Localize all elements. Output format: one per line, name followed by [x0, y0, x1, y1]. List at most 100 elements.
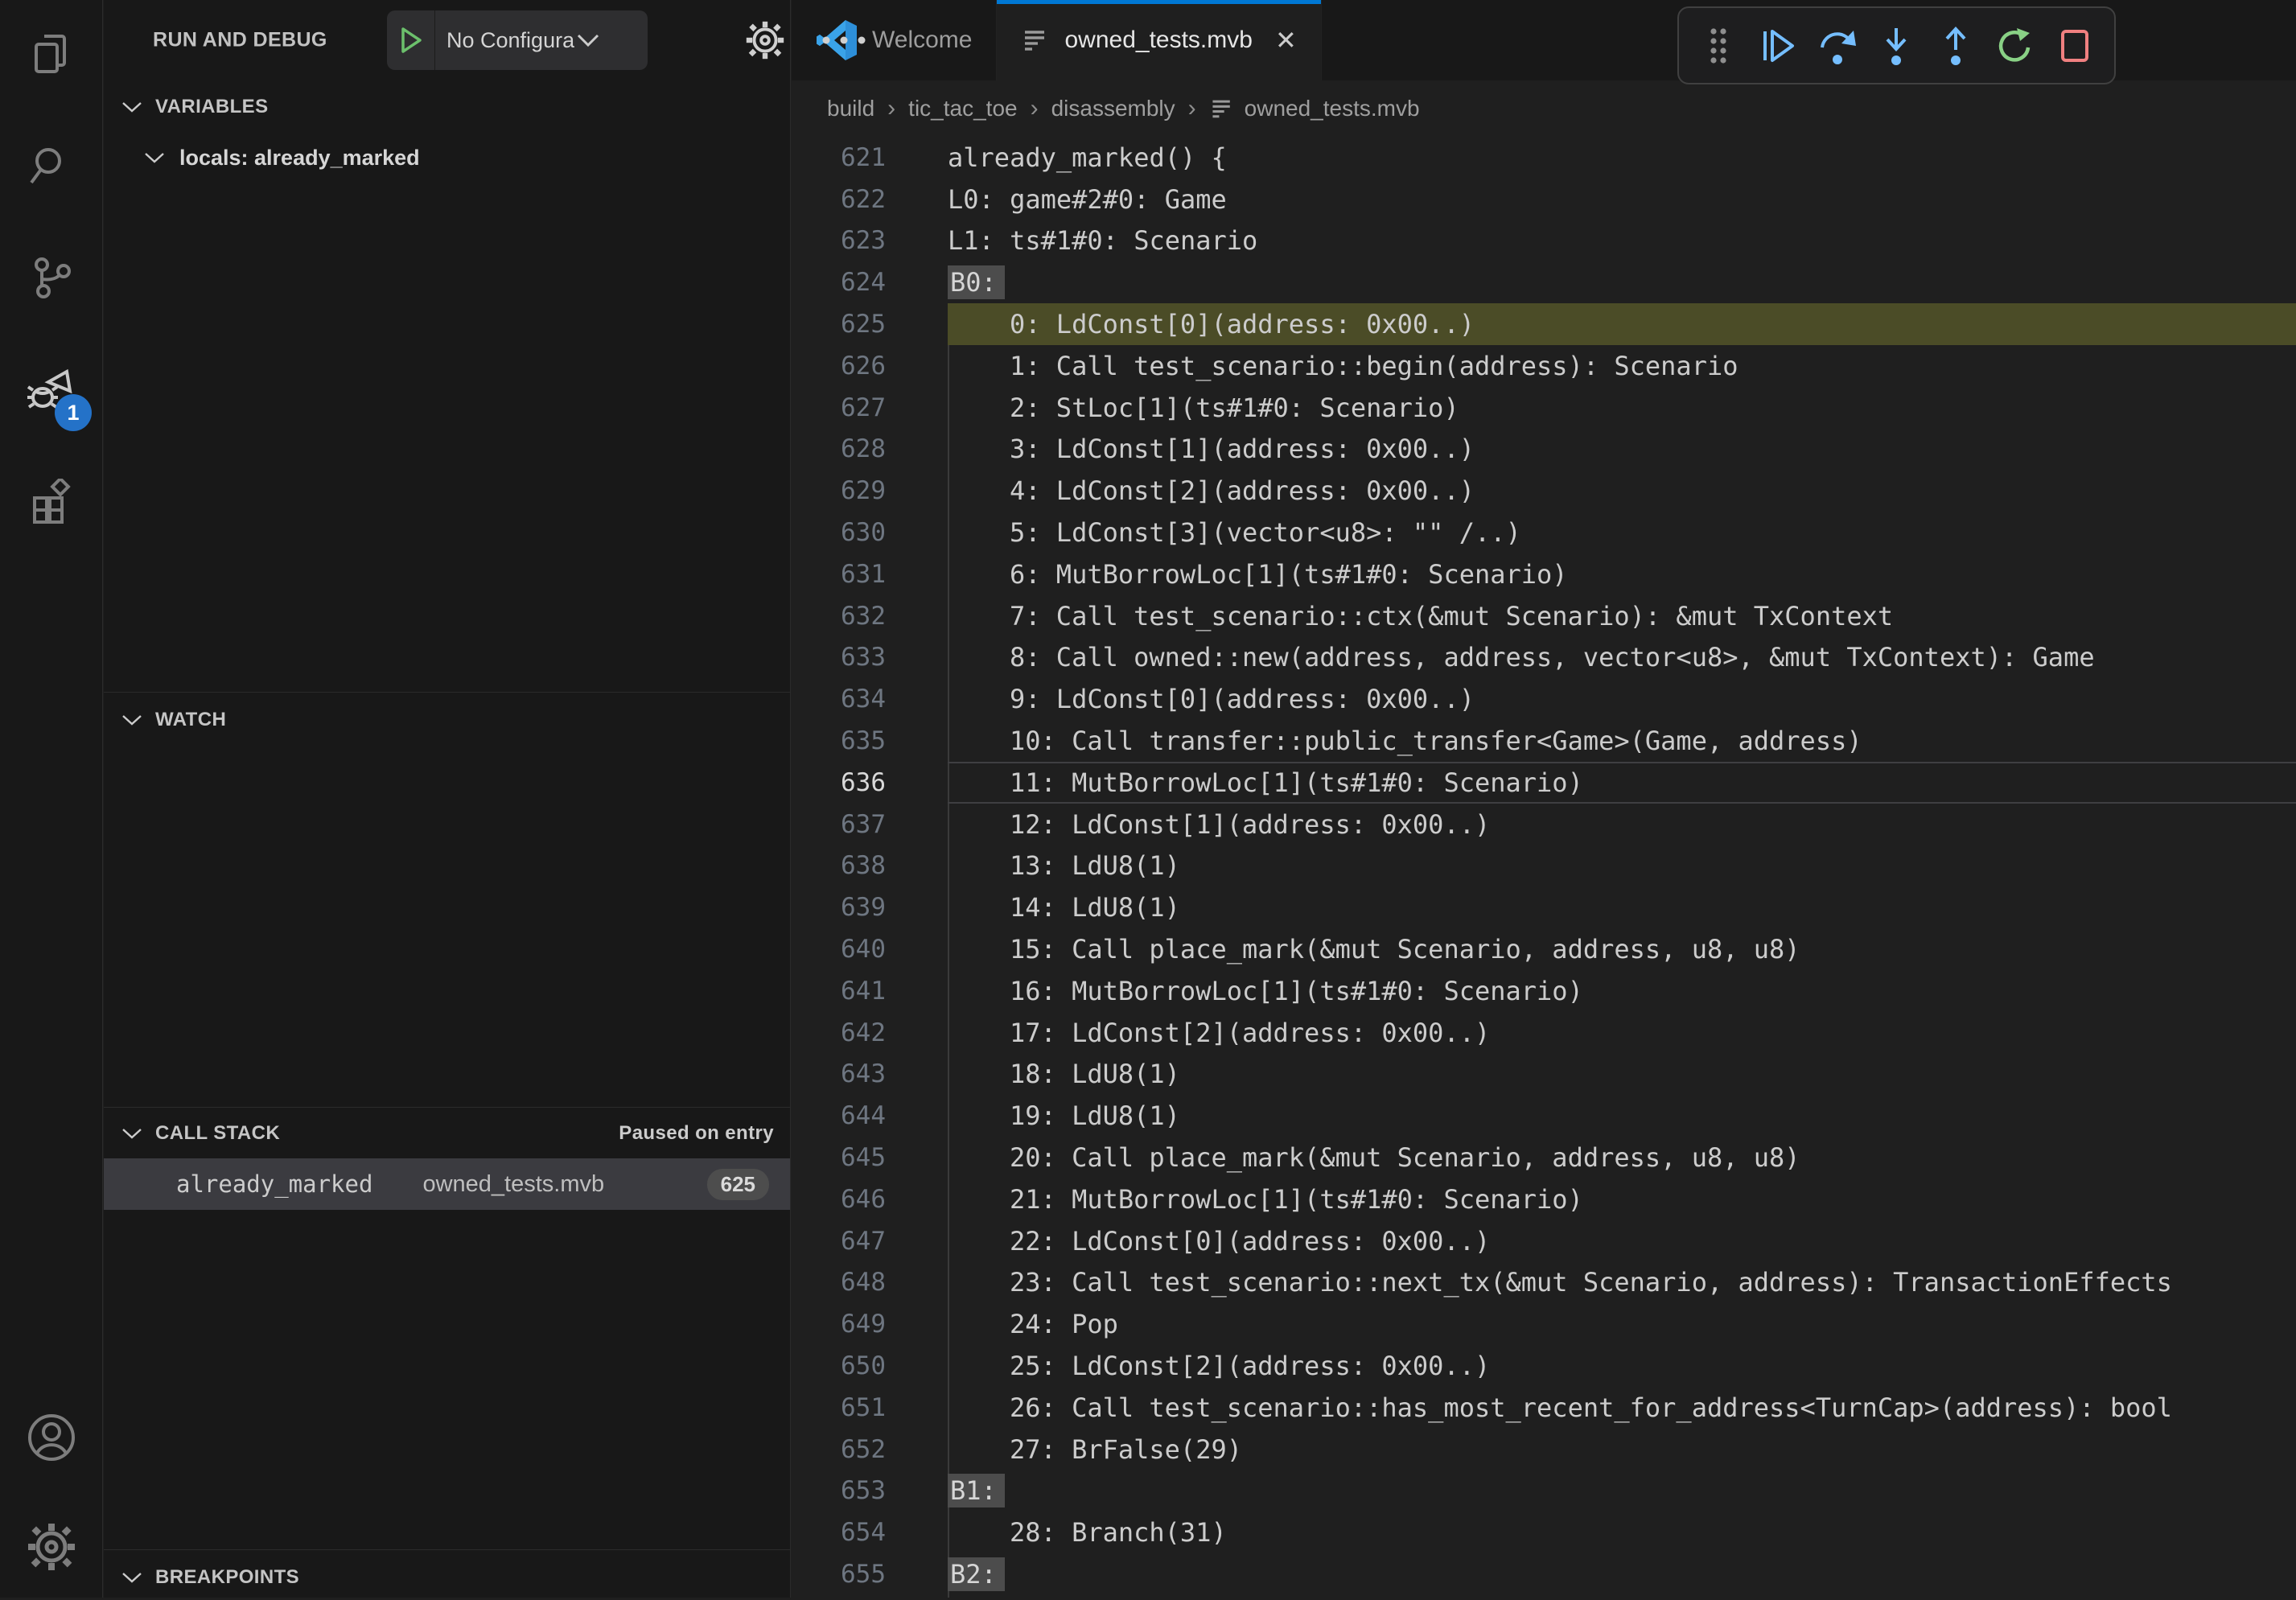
code-line[interactable]: 629 4: LdConst[2](address: 0x00..) — [792, 470, 2296, 512]
breadcrumb-item[interactable]: tic_tac_toe — [908, 96, 1017, 121]
line-content[interactable]: L0: game#2#0: Game — [948, 179, 2296, 220]
line-content[interactable]: 12: LdConst[1](address: 0x00..) — [948, 804, 2296, 845]
line-number-gutter[interactable]: 626 — [792, 352, 886, 380]
line-content[interactable]: 27: BrFalse(29) — [948, 1429, 2296, 1470]
code-editor[interactable]: 621 already_marked() { 622 L0: game#2#0:… — [792, 137, 2296, 1598]
code-line[interactable]: 628 3: LdConst[1](address: 0x00..) — [792, 429, 2296, 471]
line-number-gutter[interactable]: 643 — [792, 1059, 886, 1088]
code-line[interactable]: 622 L0: game#2#0: Game — [792, 179, 2296, 220]
line-content[interactable]: 4: LdConst[2](address: 0x00..) — [948, 470, 2296, 512]
restart-button[interactable] — [1990, 21, 2040, 71]
line-content[interactable]: B1: — [948, 1470, 2296, 1512]
line-number-gutter[interactable]: 636 — [792, 768, 886, 797]
locals-scope-row[interactable]: locals: already_marked — [104, 135, 790, 180]
watch-section-header[interactable]: WATCH — [104, 698, 790, 742]
line-content[interactable]: 9: LdConst[0](address: 0x00..) — [948, 678, 2296, 720]
code-line[interactable]: 627 2: StLoc[1](ts#1#0: Scenario) — [792, 387, 2296, 429]
code-line[interactable]: 641 16: MutBorrowLoc[1](ts#1#0: Scenario… — [792, 970, 2296, 1012]
start-debug-button[interactable] — [387, 10, 435, 70]
line-content[interactable]: already_marked() { — [948, 137, 2296, 179]
code-line[interactable]: 633 8: Call owned::new(address, address,… — [792, 637, 2296, 679]
code-line[interactable]: 624 B0: — [792, 261, 2296, 303]
line-content[interactable]: 2: StLoc[1](ts#1#0: Scenario) — [948, 387, 2296, 429]
toolbar-drag-handle[interactable] — [1693, 21, 1743, 71]
line-content[interactable]: 15: Call place_mark(&mut Scenario, addre… — [948, 928, 2296, 970]
line-number-gutter[interactable]: 623 — [792, 226, 886, 255]
code-line[interactable]: 642 17: LdConst[2](address: 0x00..) — [792, 1012, 2296, 1054]
line-number-gutter[interactable]: 639 — [792, 893, 886, 922]
code-line[interactable]: 623 L1: ts#1#0: Scenario — [792, 220, 2296, 262]
breadcrumb-item[interactable]: build — [827, 96, 874, 121]
launch-configuration-dropdown[interactable]: No Configura — [387, 10, 648, 70]
line-content[interactable]: 8: Call owned::new(address, address, vec… — [948, 637, 2296, 679]
line-content[interactable]: 0: LdConst[0](address: 0x00..) — [948, 303, 2296, 345]
step-over-button[interactable] — [1813, 21, 1862, 71]
code-line[interactable]: 647 22: LdConst[0](address: 0x00..) — [792, 1220, 2296, 1262]
line-content[interactable]: 22: LdConst[0](address: 0x00..) — [948, 1220, 2296, 1262]
line-content[interactable]: 23: Call test_scenario::next_tx(&mut Sce… — [948, 1262, 2296, 1304]
close-icon[interactable]: ✕ — [1275, 27, 1297, 53]
line-content[interactable]: B0: — [948, 261, 2296, 303]
line-number-gutter[interactable]: 642 — [792, 1018, 886, 1047]
breadcrumb-item[interactable]: disassembly — [1051, 96, 1175, 121]
code-line[interactable]: 632 7: Call test_scenario::ctx(&mut Scen… — [792, 595, 2296, 637]
line-number-gutter[interactable]: 633 — [792, 643, 886, 672]
line-number-gutter[interactable]: 644 — [792, 1101, 886, 1130]
sidebar-item-search[interactable] — [0, 117, 103, 220]
line-content[interactable]: 25: LdConst[2](address: 0x00..) — [948, 1345, 2296, 1387]
line-number-gutter[interactable]: 628 — [792, 434, 886, 463]
line-number-gutter[interactable]: 624 — [792, 268, 886, 297]
line-content[interactable]: 16: MutBorrowLoc[1](ts#1#0: Scenario) — [948, 970, 2296, 1012]
code-line[interactable]: 654 28: Branch(31) — [792, 1512, 2296, 1553]
code-line[interactable]: 650 25: LdConst[2](address: 0x00..) — [792, 1345, 2296, 1387]
breakpoints-section-header[interactable]: BREAKPOINTS — [104, 1556, 790, 1599]
variables-section-header[interactable]: VARIABLES — [104, 85, 790, 129]
code-line[interactable]: 651 26: Call test_scenario::has_most_rec… — [792, 1387, 2296, 1429]
line-number-gutter[interactable]: 654 — [792, 1518, 886, 1547]
line-number-gutter[interactable]: 638 — [792, 851, 886, 880]
line-number-gutter[interactable]: 637 — [792, 810, 886, 839]
line-content[interactable]: 19: LdU8(1) — [948, 1095, 2296, 1137]
code-line[interactable]: 636 11: MutBorrowLoc[1](ts#1#0: Scenario… — [792, 762, 2296, 804]
line-content[interactable]: 6: MutBorrowLoc[1](ts#1#0: Scenario) — [948, 553, 2296, 595]
step-out-button[interactable] — [1931, 21, 1981, 71]
sidebar-item-settings[interactable] — [0, 1497, 103, 1600]
code-line[interactable]: 652 27: BrFalse(29) — [792, 1429, 2296, 1470]
line-content[interactable]: 17: LdConst[2](address: 0x00..) — [948, 1012, 2296, 1054]
breadcrumb-item[interactable]: owned_tests.mvb — [1245, 96, 1420, 121]
code-line[interactable]: 640 15: Call place_mark(&mut Scenario, a… — [792, 928, 2296, 970]
code-line[interactable]: 626 1: Call test_scenario::begin(address… — [792, 345, 2296, 387]
line-number-gutter[interactable]: 635 — [792, 726, 886, 755]
line-number-gutter[interactable]: 621 — [792, 143, 886, 172]
line-number-gutter[interactable]: 641 — [792, 977, 886, 1006]
code-line[interactable]: 630 5: LdConst[3](vector<u8>: "" /..) — [792, 512, 2296, 553]
code-line[interactable]: 637 12: LdConst[1](address: 0x00..) — [792, 804, 2296, 845]
more-actions-icon[interactable] — [823, 37, 866, 44]
line-number-gutter[interactable]: 649 — [792, 1310, 886, 1339]
line-content[interactable]: 3: LdConst[1](address: 0x00..) — [948, 429, 2296, 471]
continue-button[interactable] — [1753, 21, 1803, 71]
call-stack-frame[interactable]: already_marked owned_tests.mvb 625 — [104, 1158, 790, 1210]
code-line[interactable]: 649 24: Pop — [792, 1303, 2296, 1345]
line-number-gutter[interactable]: 631 — [792, 560, 886, 589]
line-number-gutter[interactable]: 653 — [792, 1476, 886, 1505]
line-number-gutter[interactable]: 634 — [792, 685, 886, 714]
line-content[interactable]: 18: LdU8(1) — [948, 1054, 2296, 1096]
line-content[interactable]: 13: LdU8(1) — [948, 845, 2296, 887]
line-number-gutter[interactable]: 630 — [792, 518, 886, 547]
line-number-gutter[interactable]: 645 — [792, 1143, 886, 1172]
line-content[interactable]: L1: ts#1#0: Scenario — [948, 220, 2296, 262]
line-number-gutter[interactable]: 651 — [792, 1393, 886, 1422]
debug-settings-gear-icon[interactable] — [746, 21, 784, 60]
code-line[interactable]: 621 already_marked() { — [792, 137, 2296, 179]
line-content[interactable]: 26: Call test_scenario::has_most_recent_… — [948, 1387, 2296, 1429]
line-number-gutter[interactable]: 652 — [792, 1435, 886, 1464]
line-content[interactable]: 1: Call test_scenario::begin(address): S… — [948, 345, 2296, 387]
code-line[interactable]: 643 18: LdU8(1) — [792, 1054, 2296, 1096]
line-number-gutter[interactable]: 625 — [792, 310, 886, 339]
line-content[interactable]: 10: Call transfer::public_transfer<Game>… — [948, 720, 2296, 762]
line-number-gutter[interactable]: 646 — [792, 1185, 886, 1214]
step-into-button[interactable] — [1871, 21, 1921, 71]
code-line[interactable]: 625 0: LdConst[0](address: 0x00..) — [792, 303, 2296, 345]
code-line[interactable]: 655 B2: — [792, 1553, 2296, 1595]
